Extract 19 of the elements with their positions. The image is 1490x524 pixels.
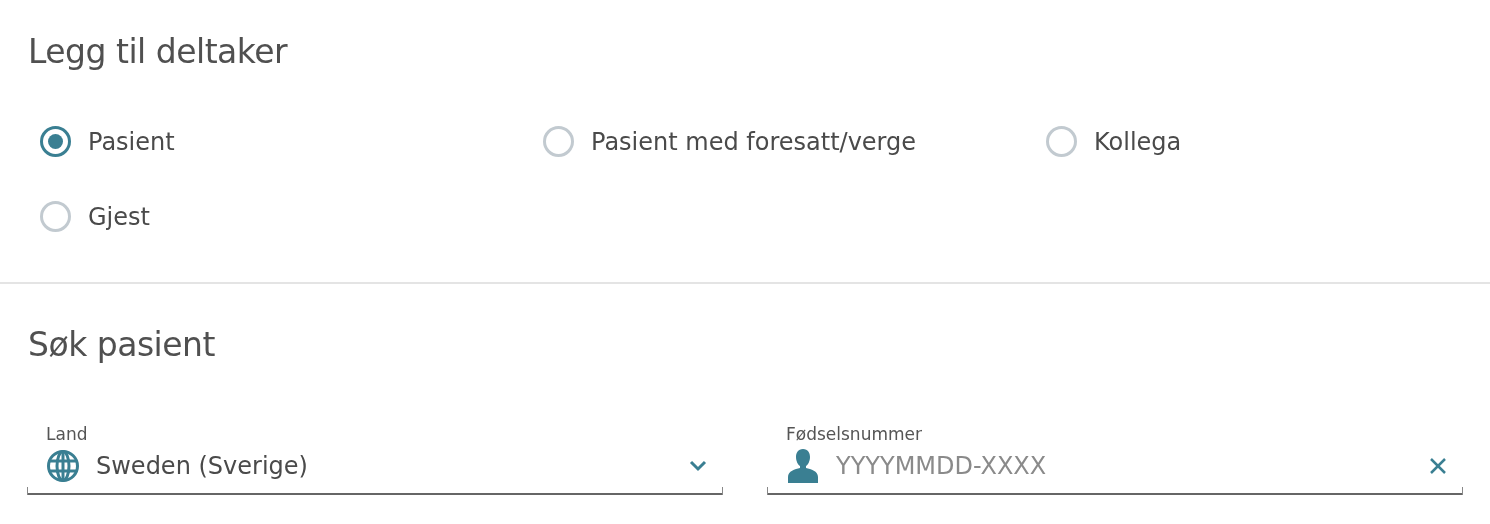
section-title: Legg til deltaker	[28, 31, 289, 73]
radio-option[interactable]: Gjest	[40, 201, 543, 232]
country-select[interactable]: Land Sweden (Sverige)	[27, 424, 723, 495]
radio-button[interactable]	[543, 126, 574, 157]
section-title: Søk pasient	[28, 324, 216, 366]
person-icon	[786, 448, 820, 484]
radio-option[interactable]: Pasient med foresatt/verge	[543, 126, 1046, 157]
radio-option[interactable]: Kollega	[1046, 126, 1464, 157]
field-label: Fødselsnummer	[786, 424, 923, 446]
radio-option[interactable]: Pasient	[40, 126, 543, 157]
globe-icon	[46, 449, 80, 483]
radio-button[interactable]	[1046, 126, 1077, 157]
close-icon[interactable]	[1428, 456, 1448, 476]
chevron-down-icon[interactable]	[688, 459, 708, 473]
radio-button[interactable]	[40, 126, 71, 157]
input-field[interactable]: YYYYMMDD-XXXX	[836, 452, 1412, 480]
field-label: Land	[46, 424, 89, 446]
radio-button[interactable]	[40, 201, 71, 232]
select-value: Sweden (Sverige)	[96, 452, 309, 480]
